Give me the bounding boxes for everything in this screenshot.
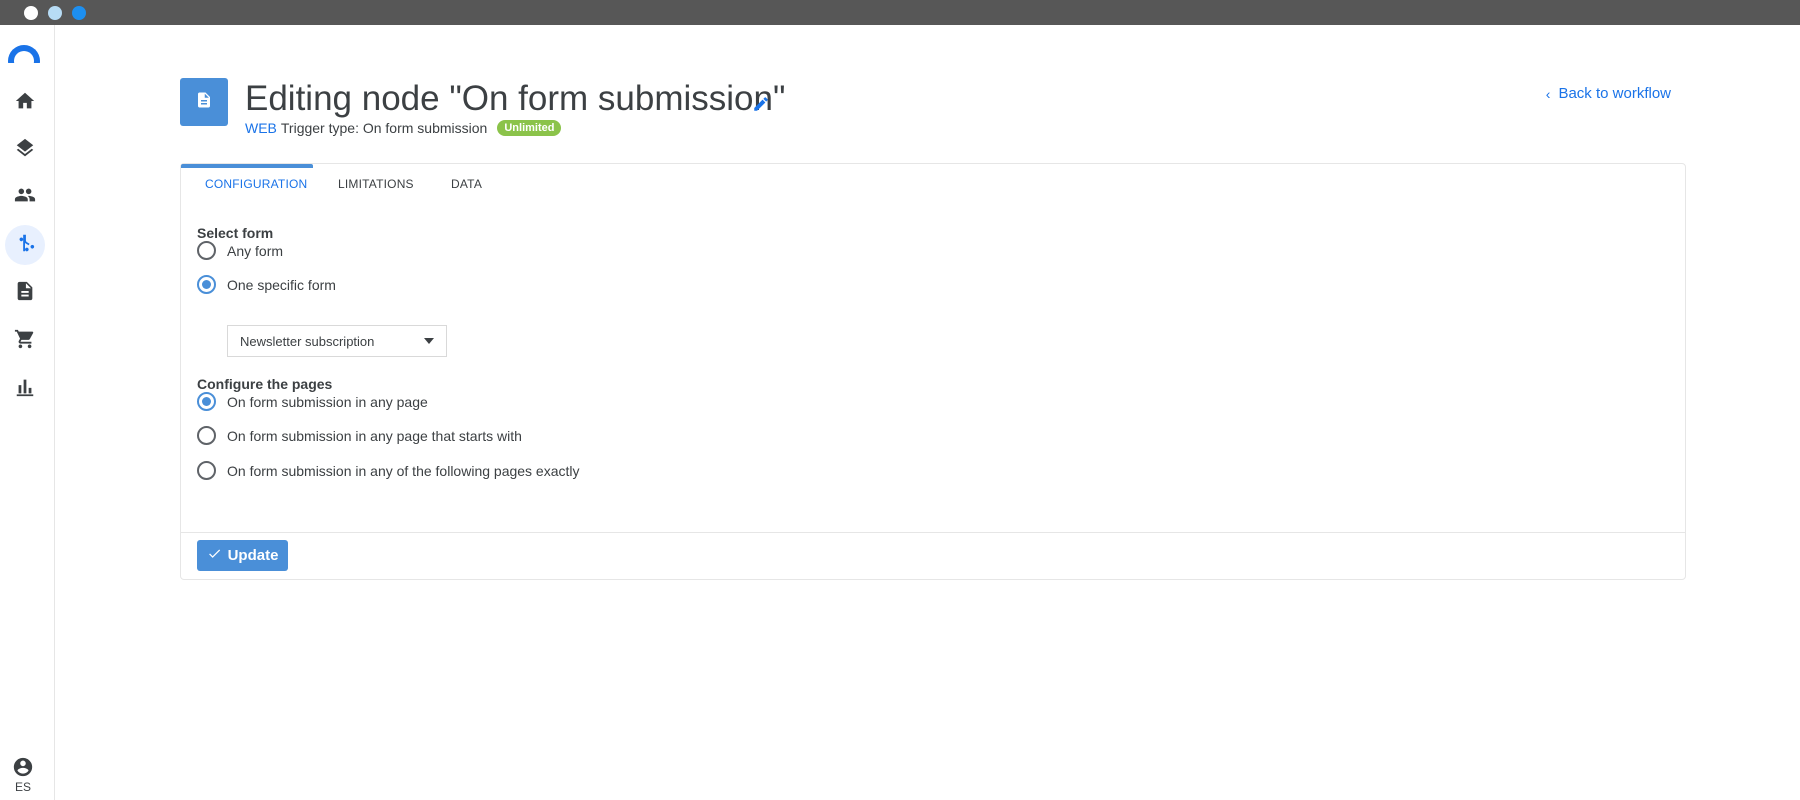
radio-any-page[interactable]: On form submission in any page <box>197 392 428 411</box>
pencil-icon[interactable] <box>752 95 770 113</box>
radio-one-specific-form[interactable]: One specific form <box>197 275 336 294</box>
sidebar-item-contacts[interactable] <box>5 177 45 217</box>
tab-configuration[interactable]: CONFIGURATION <box>181 164 313 204</box>
status-badge: Unlimited <box>497 120 562 136</box>
brand-arc-icon[interactable] <box>8 45 40 63</box>
document-icon <box>14 280 36 307</box>
radio-button[interactable] <box>197 426 216 445</box>
radio-label: Any form <box>227 242 284 259</box>
trigger-type-label: Trigger type: On form submission <box>280 120 488 136</box>
node-subtitle: WEB Trigger type: On form submission Unl… <box>245 120 562 136</box>
radio-pages-exactly[interactable]: On form submission in any of the followi… <box>197 461 580 480</box>
tab-limitations[interactable]: LIMITATIONS <box>313 164 427 204</box>
radio-label: On form submission in any page that star… <box>227 427 522 444</box>
layers-icon <box>14 137 36 164</box>
radio-button[interactable] <box>197 392 216 411</box>
channel-link[interactable]: WEB <box>245 120 277 136</box>
user-menu[interactable]: ES <box>8 756 38 794</box>
form-select-dropdown[interactable]: Newsletter subscription <box>227 325 447 357</box>
sidebar-item-reports[interactable] <box>5 369 45 409</box>
maximize-window-button[interactable] <box>72 6 86 20</box>
home-icon <box>14 90 36 117</box>
document-icon <box>195 91 213 114</box>
sidebar-item-content[interactable] <box>5 273 45 313</box>
sidebar-item-shop[interactable] <box>5 321 45 361</box>
configuration-card: CONFIGURATION LIMITATIONS DATA Select fo… <box>180 163 1686 580</box>
main-content: Editing node "On form submission" WEB Tr… <box>56 25 1800 800</box>
sidebar-item-home[interactable] <box>5 83 45 123</box>
chevron-left-icon: ‹ <box>1545 85 1551 102</box>
check-icon <box>207 546 222 565</box>
radio-button[interactable] <box>197 241 216 260</box>
tab-data[interactable]: DATA <box>427 164 506 204</box>
sidebar-item-layers[interactable] <box>5 130 45 170</box>
minimize-window-button[interactable] <box>48 6 62 20</box>
radio-label: On form submission in any page <box>227 393 428 410</box>
account-circle-icon <box>8 756 38 778</box>
configure-pages-label: Configure the pages <box>197 376 333 392</box>
sidebar: ES <box>0 25 55 800</box>
radio-any-form[interactable]: Any form <box>197 241 283 260</box>
close-window-button[interactable] <box>24 6 38 20</box>
page-title: Editing node "On form submission" <box>245 79 786 118</box>
back-link-label: Back to workflow <box>1558 85 1671 102</box>
radio-page-starts-with[interactable]: On form submission in any page that star… <box>197 426 522 445</box>
window-titlebar <box>0 0 1800 25</box>
select-form-label: Select form <box>197 225 274 241</box>
select-value: Newsletter subscription <box>240 333 375 349</box>
radio-label: One specific form <box>227 276 336 293</box>
people-icon <box>14 184 36 211</box>
tab-bar: CONFIGURATION LIMITATIONS DATA <box>181 164 506 204</box>
cart-icon <box>14 328 36 355</box>
update-label: Update <box>227 547 279 564</box>
back-to-workflow-link[interactable]: ‹ Back to workflow <box>1546 85 1671 102</box>
update-button[interactable]: Update <box>197 540 288 571</box>
bar-chart-icon <box>14 376 36 403</box>
language-label: ES <box>14 780 31 794</box>
sidebar-item-workflows[interactable] <box>5 225 45 265</box>
radio-label: On form submission in any of the followi… <box>227 462 580 479</box>
caret-down-icon <box>424 338 434 344</box>
footer-divider <box>181 532 1685 533</box>
radio-button[interactable] <box>197 461 216 480</box>
workflow-icon <box>14 232 36 259</box>
radio-button[interactable] <box>197 275 216 294</box>
node-type-badge <box>180 78 228 126</box>
